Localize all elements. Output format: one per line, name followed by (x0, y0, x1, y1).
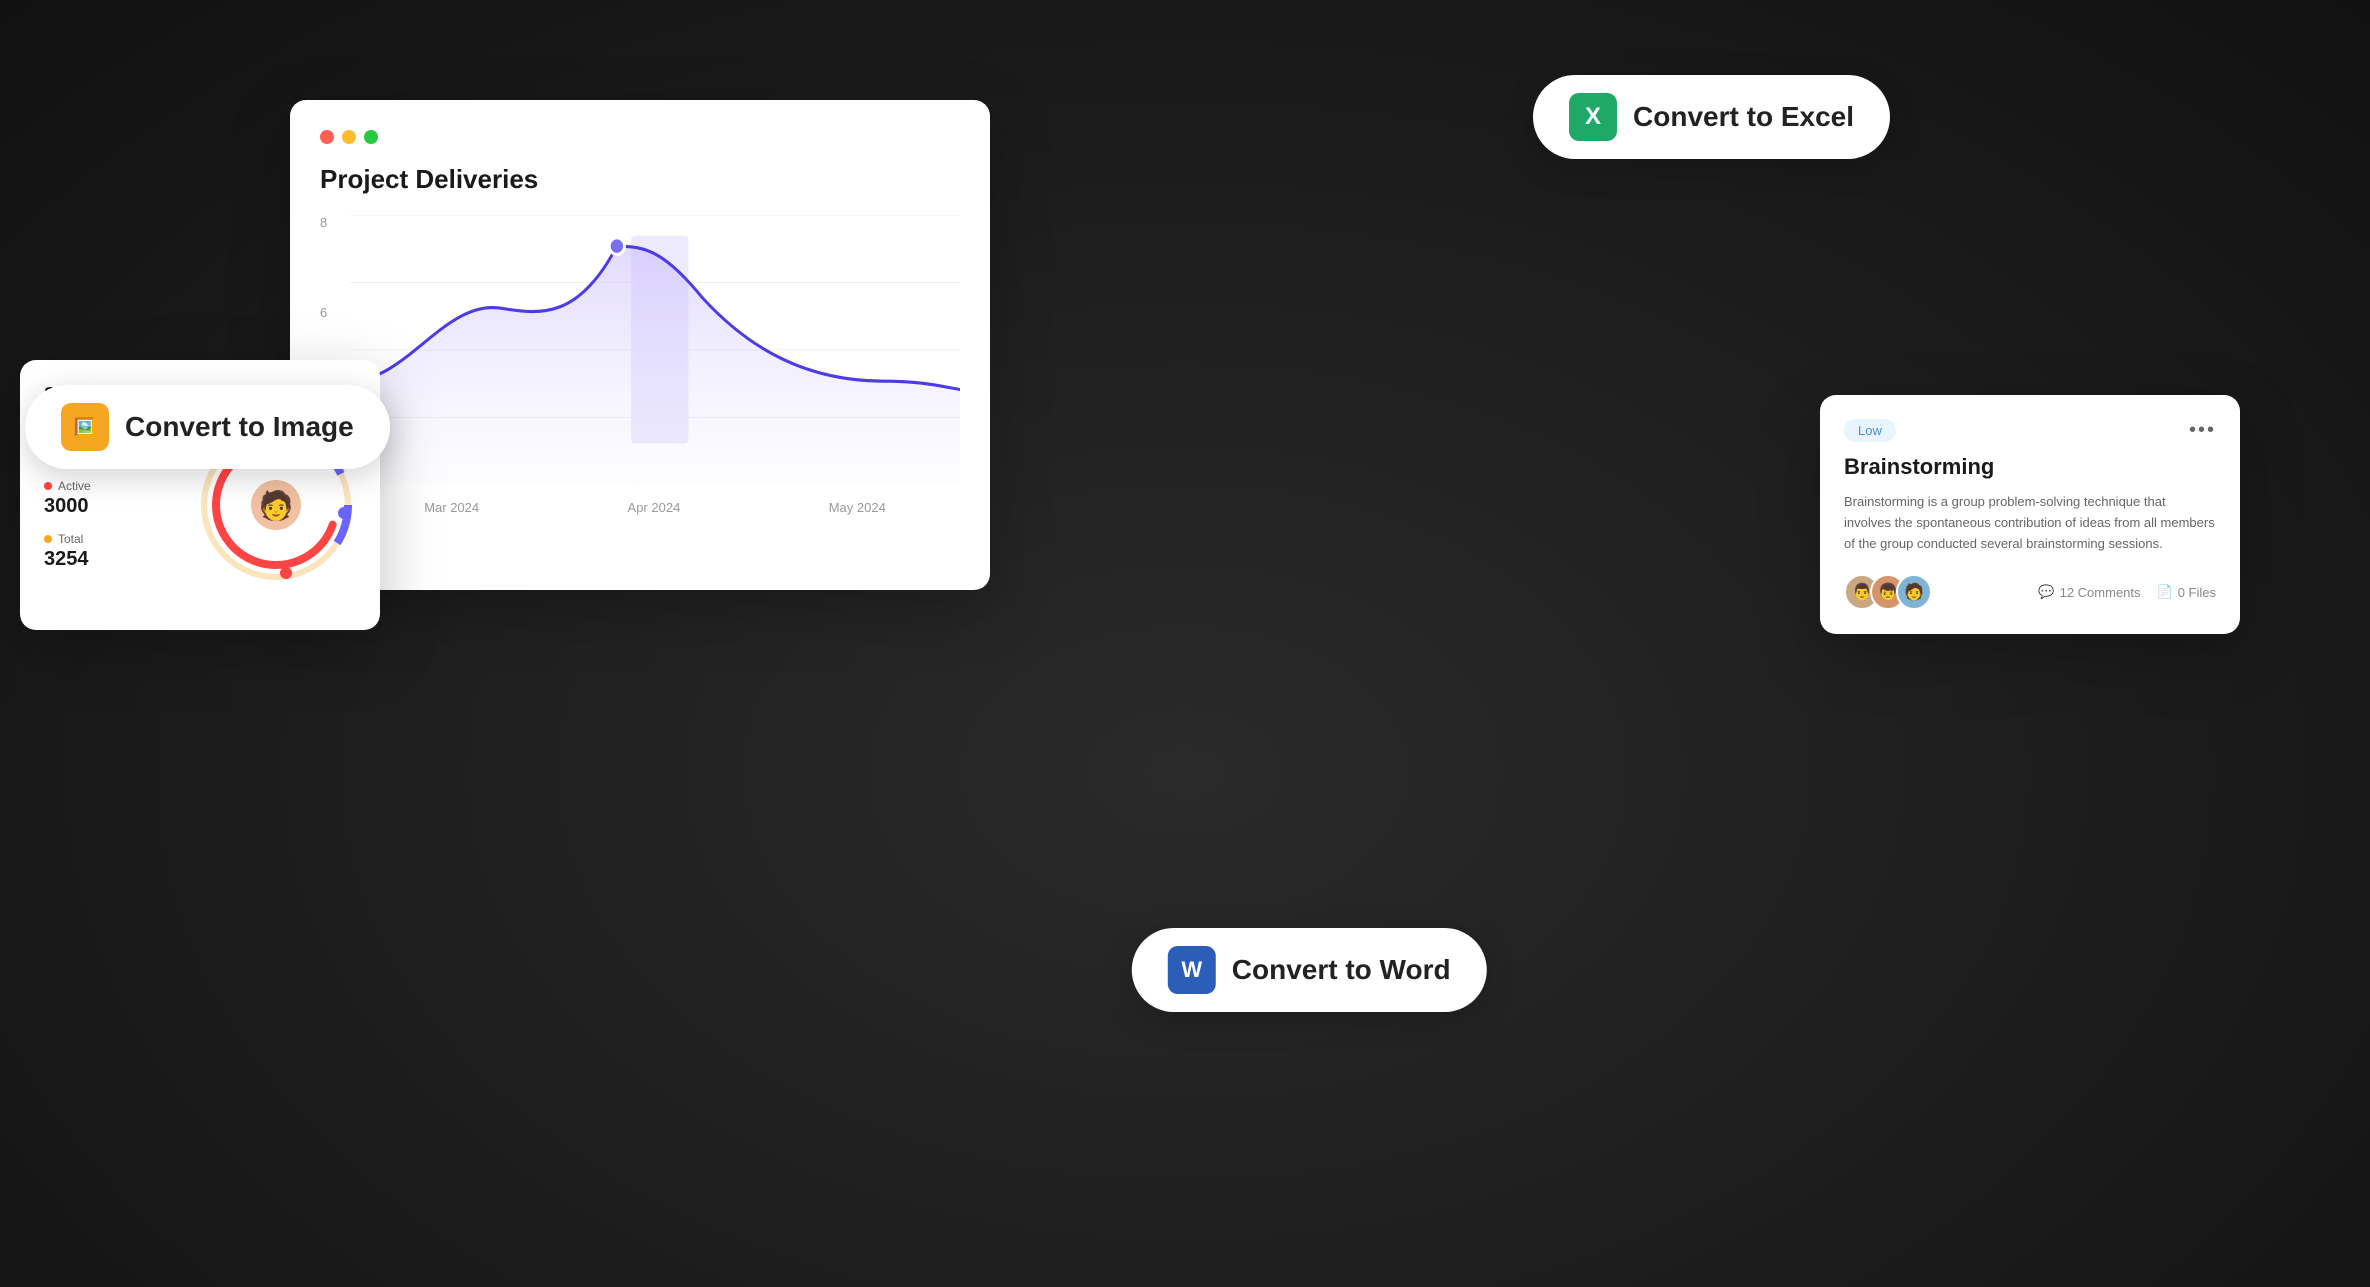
comment-icon: 💬 (2038, 584, 2054, 600)
file-icon: 📄 (2157, 584, 2173, 600)
excel-button-label: Convert to Excel (1633, 101, 1854, 133)
card-menu-icon[interactable]: ••• (2189, 419, 2216, 442)
card-title: Brainstorming (1844, 454, 2216, 480)
avatar: 🧑 (251, 480, 301, 530)
window-controls (320, 130, 960, 144)
chart-plot (350, 215, 960, 485)
excel-icon: X (1569, 93, 1617, 141)
avatar-group: 👨 👦 🧑 (1844, 574, 1932, 610)
convert-excel-button[interactable]: X Convert to Excel (1533, 75, 1890, 159)
comments-meta: 💬 12 Comments (2038, 584, 2140, 600)
convert-word-button[interactable]: W Convert to Word (1132, 928, 1487, 1012)
active-dot (44, 482, 52, 490)
stat-active: Active 3000 (44, 479, 186, 518)
card-meta: 💬 12 Comments 📄 0 Files (2038, 584, 2216, 600)
card-footer: 👨 👦 🧑 💬 12 Comments 📄 0 Files (1844, 574, 2216, 610)
chart-title: Project Deliveries (320, 164, 960, 195)
chart-card: Project Deliveries 8 6 4 (290, 100, 990, 590)
word-icon: W (1168, 946, 1216, 994)
image-button-label: Convert to Image (125, 411, 354, 443)
image-icon: 🖼️ (61, 403, 109, 451)
word-button-label: Convert to Word (1232, 954, 1451, 986)
comments-count: 12 Comments (2060, 585, 2141, 600)
total-value: 3254 (44, 548, 186, 571)
chart-x-axis: Mar 2024 Apr 2024 May 2024 (350, 500, 960, 515)
avatar-3: 🧑 (1896, 574, 1932, 610)
close-dot[interactable] (320, 130, 334, 144)
active-value: 3000 (44, 495, 186, 518)
files-meta: 📄 0 Files (2157, 584, 2216, 600)
card-description: Brainstorming is a group problem-solving… (1844, 492, 2216, 554)
chart-area: 8 6 4 (320, 215, 960, 515)
convert-image-button[interactable]: 🖼️ Convert to Image (25, 385, 390, 469)
total-dot (44, 535, 52, 543)
brainstorm-card: Low ••• Brainstorming Brainstorming is a… (1820, 395, 2240, 634)
stat-total: Total 3254 (44, 532, 186, 571)
files-count: 0 Files (2178, 585, 2216, 600)
priority-badge: Low (1844, 419, 1896, 442)
card-header: Low ••• (1844, 419, 2216, 442)
minimize-dot[interactable] (342, 130, 356, 144)
maximize-dot[interactable] (364, 130, 378, 144)
